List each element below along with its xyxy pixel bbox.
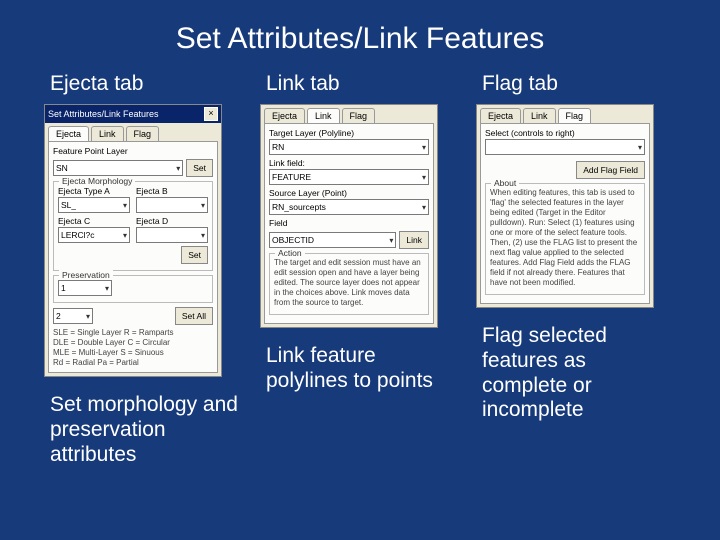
ejecta-type-a-label: Ejecta Type A: [58, 186, 130, 196]
col-heading-flag: Flag tab: [476, 72, 558, 96]
col-caption-link: Link feature polylines to points: [260, 344, 460, 394]
link-field-dropdown[interactable]: FEATURE▾: [269, 169, 429, 185]
ejecta-d-dropdown[interactable]: ▾: [136, 227, 208, 243]
chevron-down-icon: ▾: [201, 231, 205, 240]
col-heading-ejecta: Ejecta tab: [44, 72, 143, 96]
chevron-down-icon: ▾: [422, 203, 426, 212]
set-all-button[interactable]: Set All: [175, 307, 213, 325]
ejecta-b-label: Ejecta B: [136, 186, 208, 196]
dialog-link: Ejecta Link Flag Target Layer (Polyline)…: [260, 104, 438, 328]
tab-flag[interactable]: Flag: [342, 108, 376, 123]
tab-ejecta[interactable]: Ejecta: [264, 108, 305, 123]
tab-ejecta[interactable]: Ejecta: [48, 126, 89, 141]
add-flag-field-button[interactable]: Add Flag Field: [576, 161, 645, 179]
chevron-down-icon: ▾: [105, 284, 109, 293]
link-button[interactable]: Link: [399, 231, 429, 249]
chevron-down-icon: ▾: [422, 173, 426, 182]
feature-point-layer-dropdown[interactable]: SN▾: [53, 160, 183, 176]
ejecta-d-label: Ejecta D: [136, 216, 208, 226]
field-label: Field: [269, 218, 429, 228]
dialog-ejecta: Set Attributes/Link Features × Ejecta Li…: [44, 104, 222, 377]
ejecta-c-label: Ejecta C: [58, 216, 130, 226]
tab-flag[interactable]: Flag: [126, 126, 160, 141]
preservation-caption: Preservation: [59, 270, 113, 280]
chevron-down-icon: ▾: [176, 164, 180, 173]
link-action-text: The target and edit session must have an…: [274, 258, 424, 308]
chevron-down-icon: ▾: [638, 143, 642, 152]
tabstrip-flag: Ejecta Link Flag: [477, 105, 653, 123]
feature-point-layer-label: Feature Point Layer: [53, 146, 213, 156]
source-layer-label: Source Layer (Point): [269, 188, 429, 198]
ejecta-c-dropdown[interactable]: LERCl?c▾: [58, 227, 130, 243]
quick-num-dropdown[interactable]: 2▾: [53, 308, 93, 324]
source-layer-dropdown[interactable]: RN_sourcepts▾: [269, 199, 429, 215]
tabstrip-link: Ejecta Link Flag: [261, 105, 437, 123]
ejecta-morphology-caption: Ejecta Morphology: [59, 176, 135, 186]
ejecta-legend: SLE = Single Layer R = Ramparts DLE = Do…: [53, 328, 213, 368]
dialog-flag: Ejecta Link Flag Select (controls to rig…: [476, 104, 654, 308]
chevron-down-icon: ▾: [123, 231, 127, 240]
tab-link[interactable]: Link: [91, 126, 124, 141]
ejecta-b-dropdown[interactable]: ▾: [136, 197, 208, 213]
chevron-down-icon: ▾: [422, 143, 426, 152]
ejecta-type-a-dropdown[interactable]: SL_▾: [58, 197, 130, 213]
field-dropdown[interactable]: OBJECTID▾: [269, 232, 396, 248]
chevron-down-icon: ▾: [123, 201, 127, 210]
flag-select-label: Select (controls to right): [485, 128, 645, 138]
tab-flag[interactable]: Flag: [558, 108, 592, 123]
chevron-down-icon: ▾: [86, 312, 90, 321]
dialog-title-text: Set Attributes/Link Features: [48, 109, 204, 119]
tab-ejecta[interactable]: Ejecta: [480, 108, 521, 123]
tabstrip-ejecta: Ejecta Link Flag: [45, 123, 221, 141]
tab-link[interactable]: Link: [523, 108, 556, 123]
tab-link[interactable]: Link: [307, 108, 340, 123]
target-layer-dropdown[interactable]: RN▾: [269, 139, 429, 155]
link-field-label: Link field:: [269, 158, 429, 168]
col-caption-ejecta: Set morphology and preservation attribut…: [44, 393, 244, 467]
target-layer-label: Target Layer (Polyline): [269, 128, 429, 138]
flag-about-group: About When editing features, this tab is…: [485, 183, 645, 295]
ejecta-morphology-group: Ejecta Morphology Ejecta Type A SL_▾ Eje…: [53, 181, 213, 271]
chevron-down-icon: ▾: [201, 201, 205, 210]
chevron-down-icon: ▾: [389, 236, 393, 245]
flag-select-dropdown[interactable]: ▾: [485, 139, 645, 155]
dialog-titlebar: Set Attributes/Link Features ×: [45, 105, 221, 123]
link-action-group: Action The target and edit session must …: [269, 253, 429, 315]
set-morphology-button[interactable]: Set: [181, 246, 208, 264]
close-icon[interactable]: ×: [204, 107, 218, 121]
preservation-group: Preservation 1▾: [53, 275, 213, 303]
link-action-caption: Action: [275, 248, 305, 258]
flag-about-text: When editing features, this tab is used …: [490, 188, 640, 288]
preservation-dropdown[interactable]: 1▾: [58, 280, 112, 296]
col-heading-link: Link tab: [260, 72, 340, 96]
set-layer-button[interactable]: Set: [186, 159, 213, 177]
slide-title: Set Attributes/Link Features: [0, 0, 720, 56]
col-caption-flag: Flag selected features as complete or in…: [476, 324, 676, 423]
flag-about-caption: About: [491, 178, 519, 188]
